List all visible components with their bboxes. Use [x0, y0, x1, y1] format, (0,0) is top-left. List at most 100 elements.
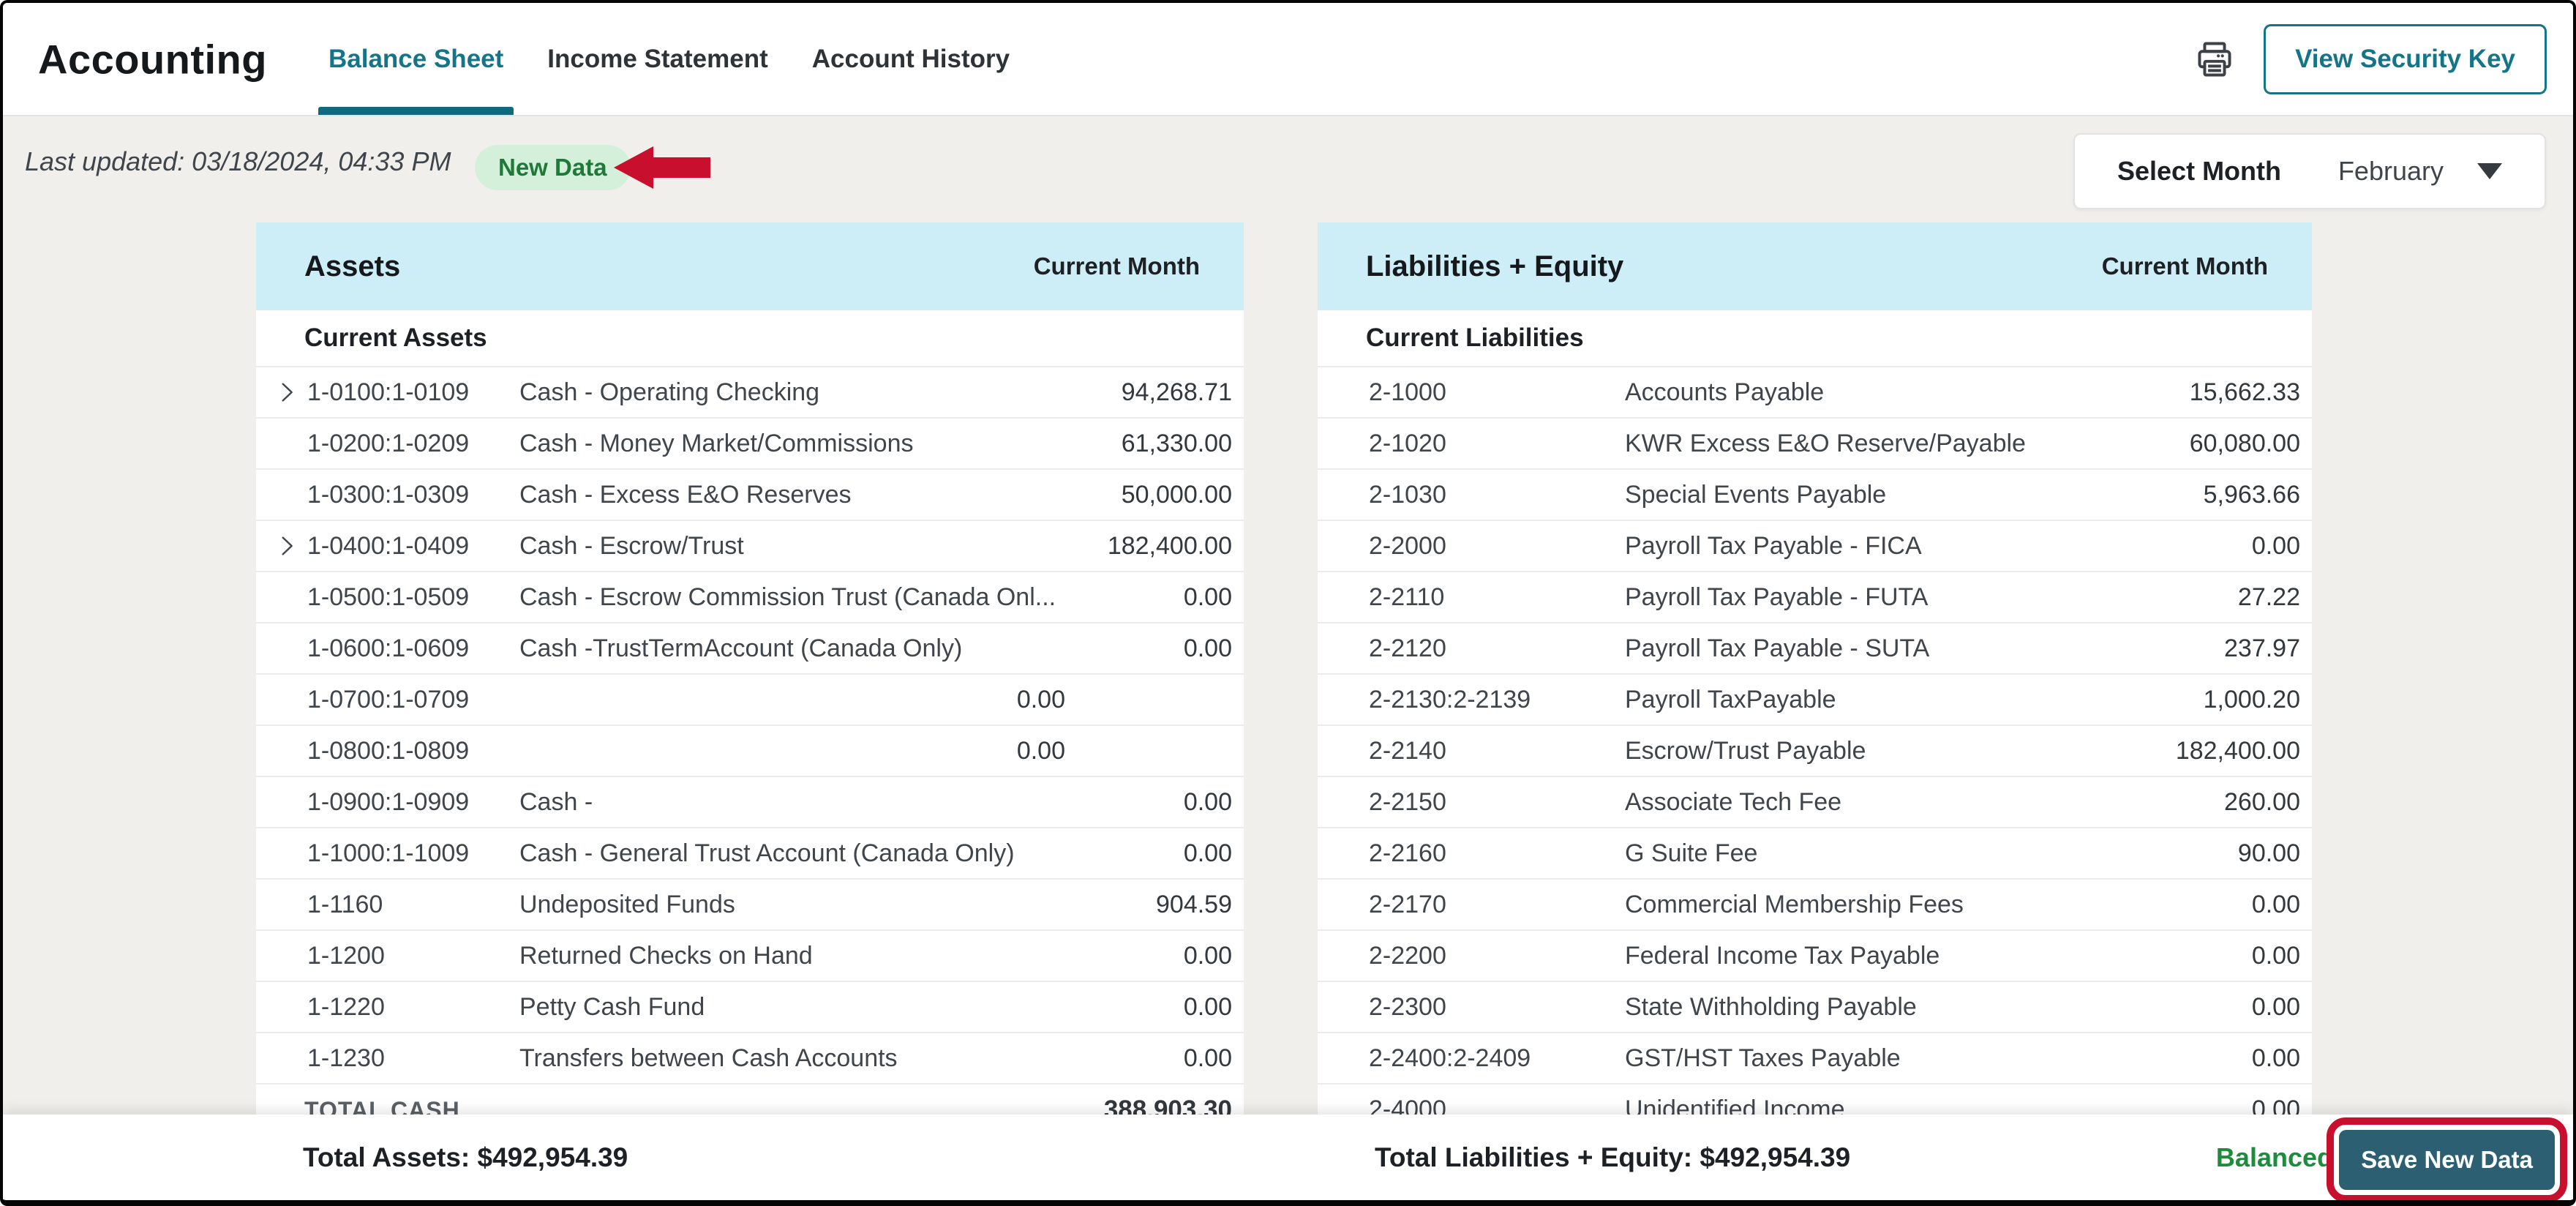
account-number: 1-0700:1-0709	[307, 685, 470, 714]
account-value: 0.00	[2251, 1044, 2300, 1072]
account-number: 1-0800:1-0809	[307, 736, 470, 765]
table-row[interactable]: 2-2120 Payroll Tax Payable - SUTA 237.97	[1318, 623, 2312, 675]
table-row[interactable]: 1-0200:1-0209 Cash - Money Market/Commiss…	[256, 419, 1244, 470]
account-number: 2-1020	[1369, 429, 1446, 457]
table-row[interactable]: 2-2300 State Withholding Payable 0.00	[1318, 982, 2312, 1033]
account-value: 0.00	[1016, 685, 1065, 714]
liabilities-current-month-column: Current Month	[2101, 252, 2268, 280]
tab-account-history[interactable]: Account History	[812, 3, 1010, 115]
header-actions: View Security Key	[2192, 3, 2547, 115]
view-security-key-button[interactable]: View Security Key	[2264, 23, 2547, 94]
account-value: 15,662.33	[2189, 378, 2300, 406]
account-value: 0.00	[1016, 736, 1065, 765]
app-header: Accounting Balance Sheet Income Statement…	[3, 3, 2573, 116]
assets-rows: 1-0100:1-0109 Cash - Operating Checking 94…	[256, 367, 1244, 1085]
account-number: 1-1230	[307, 1044, 385, 1072]
table-row[interactable]: 2-2170 Commercial Membership Fees 0.00	[1318, 880, 2312, 931]
account-name: Cash - Escrow/Trust	[519, 531, 744, 560]
account-name: Undeposited Funds	[519, 890, 735, 918]
last-updated-text: Last updated: 03/18/2024, 04:33 PM	[25, 146, 451, 176]
table-row[interactable]: 2-1020 KWR Excess E&O Reserve/Payable 60,0…	[1318, 419, 2312, 470]
account-name: GST/HST Taxes Payable	[1625, 1044, 1901, 1072]
table-row[interactable]: 1-0500:1-0509 Cash - Escrow Commission Tr…	[256, 572, 1244, 623]
table-row[interactable]: 1-1200 Returned Checks on Hand 0.00	[256, 931, 1244, 982]
account-number: 2-2110	[1369, 583, 1445, 611]
account-number: 2-2140	[1369, 736, 1446, 765]
account-name: KWR Excess E&O Reserve/Payable	[1625, 429, 2026, 457]
balanced-status: Balanced	[2215, 1142, 2333, 1172]
account-name: Associate Tech Fee	[1625, 787, 1842, 816]
table-row[interactable]: 2-1030 Special Events Payable 5,963.66	[1318, 470, 2312, 521]
account-number: 2-1030	[1369, 480, 1446, 509]
table-row[interactable]: 1-1160 Undeposited Funds 904.59	[256, 880, 1244, 931]
arrow-left-icon	[614, 146, 712, 192]
assets-section-header: Current Assets	[256, 310, 1244, 367]
account-number: 1-0600:1-0609	[307, 634, 470, 662]
account-value: 260.00	[2224, 787, 2300, 816]
account-number: 1-0900:1-0909	[307, 787, 470, 816]
tab-balance-sheet[interactable]: Balance Sheet	[318, 3, 514, 115]
table-row[interactable]: 1-0800:1-0809 0.00	[256, 726, 1244, 777]
account-name: Cash -TrustTermAccount (Canada Only)	[519, 634, 963, 662]
account-name: G Suite Fee	[1625, 839, 1758, 867]
liabilities-table-header: Liabilities + Equity Current Month	[1318, 222, 2312, 310]
account-value: 27.22	[2237, 583, 2300, 611]
table-row[interactable]: 1-1230 Transfers between Cash Accounts 0.0…	[256, 1033, 1244, 1085]
account-value: 0.00	[1183, 941, 1232, 970]
table-row[interactable]: 2-2000 Payroll Tax Payable - FICA 0.00	[1318, 521, 2312, 572]
table-row[interactable]: 2-2200 Federal Income Tax Payable 0.00	[1318, 931, 2312, 982]
new-data-badge: New Data	[475, 145, 631, 190]
table-row[interactable]: 1-0100:1-0109 Cash - Operating Checking 94…	[256, 367, 1244, 419]
printer-icon[interactable]	[2192, 37, 2237, 82]
account-name: Payroll Tax Payable - SUTA	[1625, 634, 1930, 662]
account-number: 1-0500:1-0509	[307, 583, 470, 611]
account-number: 1-1220	[307, 992, 385, 1021]
table-row[interactable]: 1-0900:1-0909 Cash - 0.00	[256, 777, 1244, 828]
account-name: Cash - Money Market/Commissions	[519, 429, 914, 457]
account-name: Cash - Operating Checking	[519, 378, 820, 406]
table-row[interactable]: 2-2400:2-2409 GST/HST Taxes Payable 0.00	[1318, 1033, 2312, 1085]
account-name: Returned Checks on Hand	[519, 941, 813, 970]
table-row[interactable]: 2-2140 Escrow/Trust Payable 182,400.00	[1318, 726, 2312, 777]
table-row[interactable]: 1-1000:1-1009 Cash - General Trust Accoun…	[256, 828, 1244, 880]
liabilities-rows: 2-1000 Accounts Payable 15,662.33 2-1020 KWR…	[1318, 367, 2312, 1136]
chevron-right-icon[interactable]	[275, 534, 307, 558]
account-name: Cash - Escrow Commission Trust (Canada O…	[519, 583, 1056, 611]
liabilities-table-title: Liabilities + Equity	[1366, 250, 1624, 282]
tab-income-statement[interactable]: Income Statement	[547, 3, 767, 115]
account-value: 94,268.71	[1121, 378, 1232, 406]
table-row[interactable]: 2-2130:2-2139 Payroll TaxPayable 1,000.20	[1318, 675, 2312, 726]
chevron-right-icon[interactable]	[275, 381, 307, 404]
table-row[interactable]: 1-1220 Petty Cash Fund 0.00	[256, 982, 1244, 1033]
assets-current-month-column: Current Month	[1033, 252, 1200, 280]
table-row[interactable]: 1-0400:1-0409 Cash - Escrow/Trust 182,400.…	[256, 521, 1244, 572]
table-row[interactable]: 2-2160 G Suite Fee 90.00	[1318, 828, 2312, 880]
table-row[interactable]: 1-0300:1-0309 Cash - Excess E&O Reserves 5…	[256, 470, 1244, 521]
table-row[interactable]: 1-0600:1-0609 Cash -TrustTermAccount (Can…	[256, 623, 1244, 675]
account-name: Accounts Payable	[1625, 378, 1825, 406]
total-liabilities-text: Total Liabilities + Equity: $492,954.39	[1375, 1142, 1851, 1172]
account-number: 2-2130:2-2139	[1369, 685, 1531, 714]
month-select-value: February	[2337, 156, 2444, 186]
account-value: 5,963.66	[2203, 480, 2300, 509]
total-assets-text: Total Assets: $492,954.39	[303, 1142, 628, 1172]
account-number: 1-0100:1-0109	[307, 378, 470, 406]
table-row[interactable]: 2-2110 Payroll Tax Payable - FUTA 27.22	[1318, 572, 2312, 623]
app-window: Accounting Balance Sheet Income Statement…	[0, 0, 2576, 1206]
table-row[interactable]: 2-1000 Accounts Payable 15,662.33	[1318, 367, 2312, 419]
month-select[interactable]: Select Month February	[2073, 133, 2546, 209]
account-value: 0.00	[1183, 992, 1232, 1021]
account-value: 0.00	[2251, 531, 2300, 560]
account-number: 2-2300	[1369, 992, 1446, 1021]
account-value: 0.00	[1183, 839, 1232, 867]
account-number: 1-1000:1-1009	[307, 839, 470, 867]
table-row[interactable]: 1-0700:1-0709 0.00	[256, 675, 1244, 726]
save-new-data-button[interactable]: Save New Data	[2339, 1130, 2555, 1190]
account-name: Special Events Payable	[1625, 480, 1887, 509]
account-value: 0.00	[1183, 583, 1232, 611]
account-value: 90.00	[2237, 839, 2300, 867]
account-name: Payroll TaxPayable	[1625, 685, 1836, 714]
table-row[interactable]: 2-2150 Associate Tech Fee 260.00	[1318, 777, 2312, 828]
account-value: 182,400.00	[2175, 736, 2300, 765]
account-value: 0.00	[1183, 634, 1232, 662]
